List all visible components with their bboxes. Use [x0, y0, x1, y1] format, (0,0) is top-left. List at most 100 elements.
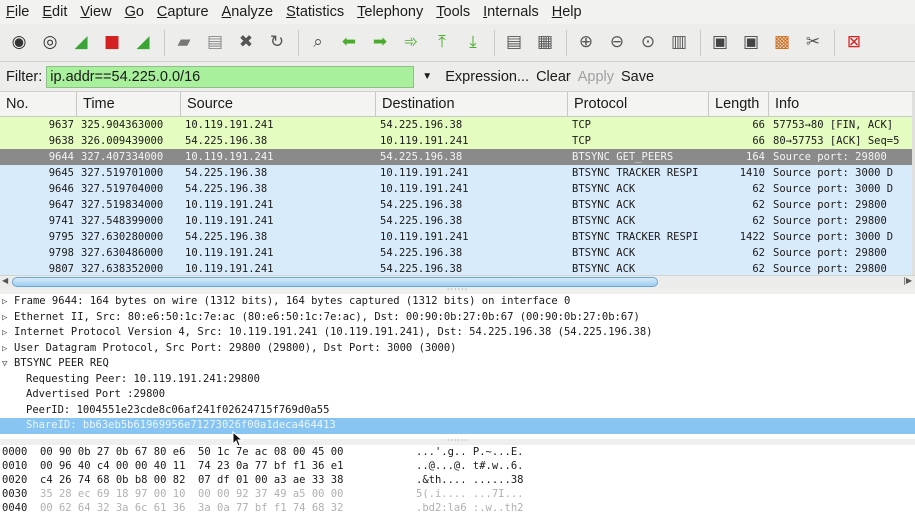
scroll-right-icon[interactable]: |▶ [903, 276, 912, 285]
detail-tree-item[interactable]: Requesting Peer: 10.119.191.241:29800 [0, 372, 915, 388]
scrollbar-thumb[interactable] [12, 277, 658, 287]
packet-cell-proto: BTSYNC GET_PEERS [572, 151, 674, 163]
packet-row[interactable]: 9644 327.407334000 10.119.191.241 54.225.19… [0, 149, 915, 165]
packet-row[interactable]: 9741 327.548399000 10.119.191.241 54.225.19… [0, 213, 915, 229]
packet-cell-len: 66 [752, 119, 765, 131]
capture-options-icon[interactable]: ◎ [37, 30, 63, 56]
zoom-out-icon[interactable]: ⊖ [604, 30, 630, 56]
menu-view[interactable]: View [80, 4, 111, 20]
autoscroll-icon[interactable]: ▦ [532, 30, 558, 56]
filter-history-dropdown[interactable]: ▼ [416, 66, 438, 88]
hex-row[interactable]: 0040 00 62 64 32 3a 6c 61 36 3a 0a 77 bf … [0, 501, 915, 515]
resize-columns-icon[interactable]: ▥ [666, 30, 692, 56]
packet-cell-no: 9795 [48, 231, 74, 243]
column-header-protocol[interactable]: Protocol [568, 92, 709, 116]
detail-tree-item[interactable]: PeerID: 1004551e23cde8c06af241f02624715f… [0, 403, 915, 419]
detail-tree-item[interactable]: ▷ User Datagram Protocol, Src Port: 29800… [0, 341, 915, 357]
menu-help[interactable]: Help [552, 4, 582, 20]
menu-analyze[interactable]: Analyze [222, 4, 274, 20]
preferences-icon[interactable]: ✂ [800, 30, 826, 56]
hex-ascii: 5(.i.... ...7I... [416, 488, 524, 500]
reload-icon[interactable]: ↻ [264, 30, 290, 56]
collapsed-arrow-icon[interactable]: ▷ [2, 342, 14, 358]
hex-row[interactable]: 0020 c4 26 74 68 0b b8 00 82 07 df 01 00 … [0, 473, 915, 487]
zoom-normal-icon[interactable]: ⊙ [635, 30, 661, 56]
hex-ascii: .bd2:la6 :.w..th2 [416, 502, 524, 514]
column-header-source[interactable]: Source [181, 92, 376, 116]
menu-telephony[interactable]: Telephony [357, 4, 423, 20]
help-icon[interactable]: ⊠ [841, 30, 867, 56]
start-capture-icon[interactable]: ◢ [68, 30, 94, 56]
menu-file[interactable]: File [6, 4, 29, 20]
go-last-icon[interactable]: ⤓ [460, 30, 486, 56]
expanded-arrow-icon[interactable]: ▽ [2, 357, 14, 373]
go-to-packet-icon[interactable]: ➾ [398, 30, 424, 56]
capture-filters-icon[interactable]: ▣ [707, 30, 733, 56]
menu-internals[interactable]: Internals [483, 4, 539, 20]
packet-row[interactable]: 9795 327.630280000 54.225.196.38 10.119.191… [0, 229, 915, 245]
packet-cell-src: 54.225.196.38 [185, 135, 268, 147]
column-header-destination[interactable]: Destination [376, 92, 568, 116]
packet-cell-src: 10.119.191.241 [185, 199, 274, 211]
filter-toolbar: Filter: ip.addr==54.225.0.0/16 ▼ Express… [0, 62, 915, 92]
packet-cell-len: 1410 [739, 167, 765, 179]
chevron-down-icon: ▼ [422, 71, 433, 82]
packet-cell-src: 10.119.191.241 [185, 151, 274, 163]
hex-row[interactable]: 0030 35 28 ec 69 18 97 00 10 00 00 92 37 … [0, 487, 915, 501]
coloring-rules-icon[interactable]: ▩ [769, 30, 795, 56]
detail-tree-item[interactable]: ▷ Frame 9644: 164 bytes on wire (1312 bit… [0, 294, 915, 310]
go-first-icon[interactable]: ⤒ [429, 30, 455, 56]
hex-ascii: .&th.... ......38 [416, 474, 524, 486]
packet-row[interactable]: 9645 327.519701000 54.225.196.38 10.119.191… [0, 165, 915, 181]
stop-capture-icon[interactable]: ■ [99, 30, 125, 56]
clear-button[interactable]: Clear [536, 69, 571, 85]
expression-button[interactable]: Expression... [445, 69, 529, 85]
packet-row[interactable]: 9798 327.630486000 10.119.191.241 54.225.19… [0, 245, 915, 261]
collapsed-arrow-icon[interactable]: ▷ [2, 311, 14, 327]
packet-cell-len: 62 [752, 215, 765, 227]
menu-tools[interactable]: Tools [436, 4, 470, 20]
display-filters-icon[interactable]: ▣ [738, 30, 764, 56]
display-filter-input[interactable]: ip.addr==54.225.0.0/16 [46, 65, 415, 88]
scroll-left-icon[interactable]: ◀ [2, 276, 8, 285]
apply-button[interactable]: Apply [578, 69, 614, 85]
save-filter-button[interactable]: Save [621, 69, 654, 85]
packet-row[interactable]: 9647 327.519834000 10.119.191.241 54.225.19… [0, 197, 915, 213]
go-forward-icon[interactable]: ➡ [367, 30, 393, 56]
go-back-icon[interactable]: ⬅ [336, 30, 362, 56]
collapsed-arrow-icon[interactable]: ▷ [2, 295, 14, 311]
menu-edit[interactable]: Edit [42, 4, 67, 20]
packet-row[interactable]: 9637 325.904363000 10.119.191.241 54.225.19… [0, 117, 915, 133]
detail-tree-item[interactable]: ▽ BTSYNC PEER REQ [0, 356, 915, 372]
column-header-length[interactable]: Length [709, 92, 769, 116]
hex-row[interactable]: 0010 00 96 40 c4 00 00 40 11 74 23 0a 77 … [0, 459, 915, 473]
detail-tree-item[interactable]: ▷ Ethernet II, Src: 80:e6:50:1c:7e:ac (80… [0, 310, 915, 326]
packet-row[interactable]: 9646 327.519704000 54.225.196.38 10.119.191… [0, 181, 915, 197]
hex-bytes: c4 26 74 68 0b b8 00 82 07 df 01 00 a3 a… [40, 474, 344, 486]
hex-offset: 0030 [2, 488, 28, 500]
zoom-in-icon[interactable]: ⊕ [573, 30, 599, 56]
column-header-info[interactable]: Info [769, 92, 915, 116]
column-header-time[interactable]: Time [77, 92, 181, 116]
colorize-icon[interactable]: ▤ [501, 30, 527, 56]
toolbar-separator [566, 29, 567, 56]
packet-cell-no: 9741 [48, 215, 74, 227]
packet-row[interactable]: 9638 326.009439000 54.225.196.38 10.119.191… [0, 133, 915, 149]
close-file-icon[interactable]: ✖ [233, 30, 259, 56]
menu-capture[interactable]: Capture [157, 4, 209, 20]
detail-tree-item[interactable]: Advertised Port :29800 [0, 387, 915, 403]
restart-capture-icon[interactable]: ◢ [130, 30, 156, 56]
find-packet-icon[interactable]: ⌕ [305, 30, 331, 56]
column-header-no[interactable]: No. [0, 92, 77, 116]
collapsed-arrow-icon[interactable]: ▷ [2, 326, 14, 342]
interface-list-icon[interactable]: ◉ [6, 30, 32, 56]
menu-go[interactable]: Go [125, 4, 144, 20]
open-file-icon[interactable]: ▰ [171, 30, 197, 56]
save-file-icon[interactable]: ▤ [202, 30, 228, 56]
detail-tree-item[interactable]: ▷ Internet Protocol Version 4, Src: 10.11… [0, 325, 915, 341]
hex-row[interactable]: 0000 00 90 0b 27 0b 67 80 e6 50 1c 7e ac … [0, 445, 915, 459]
packet-details: ▷ Frame 9644: 164 bytes on wire (1312 bit… [0, 294, 915, 439]
detail-tree-item[interactable]: ShareID: bb63eb5b61969956e71273026f00a1d… [0, 418, 915, 434]
detail-text: Frame 9644: 164 bytes on wire (1312 bits… [14, 295, 571, 307]
menu-statistics[interactable]: Statistics [286, 4, 344, 20]
